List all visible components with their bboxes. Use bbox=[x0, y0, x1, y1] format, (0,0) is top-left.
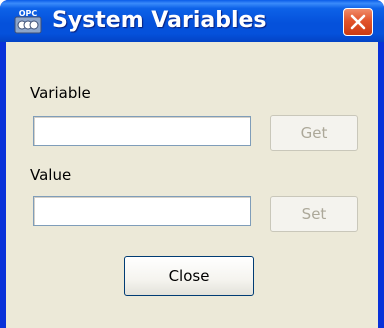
variable-label: Variable bbox=[30, 84, 91, 102]
opc-app-icon: OPC bbox=[14, 8, 42, 34]
window-title: System Variables bbox=[52, 8, 267, 33]
get-button[interactable]: Get bbox=[270, 115, 358, 151]
set-button[interactable]: Set bbox=[270, 196, 358, 232]
system-variables-window: OPC System Variables Variable Get Value … bbox=[0, 0, 384, 328]
close-window-button[interactable] bbox=[343, 8, 373, 36]
opc-icon-text: OPC bbox=[19, 9, 38, 18]
dialog-body: Variable Get Value Set Close bbox=[6, 42, 378, 328]
close-icon bbox=[350, 14, 366, 30]
value-input[interactable] bbox=[33, 196, 251, 226]
title-bar[interactable]: OPC System Variables bbox=[0, 0, 384, 42]
value-label: Value bbox=[30, 166, 72, 184]
variable-input[interactable] bbox=[33, 116, 251, 146]
close-button[interactable]: Close bbox=[124, 256, 254, 296]
